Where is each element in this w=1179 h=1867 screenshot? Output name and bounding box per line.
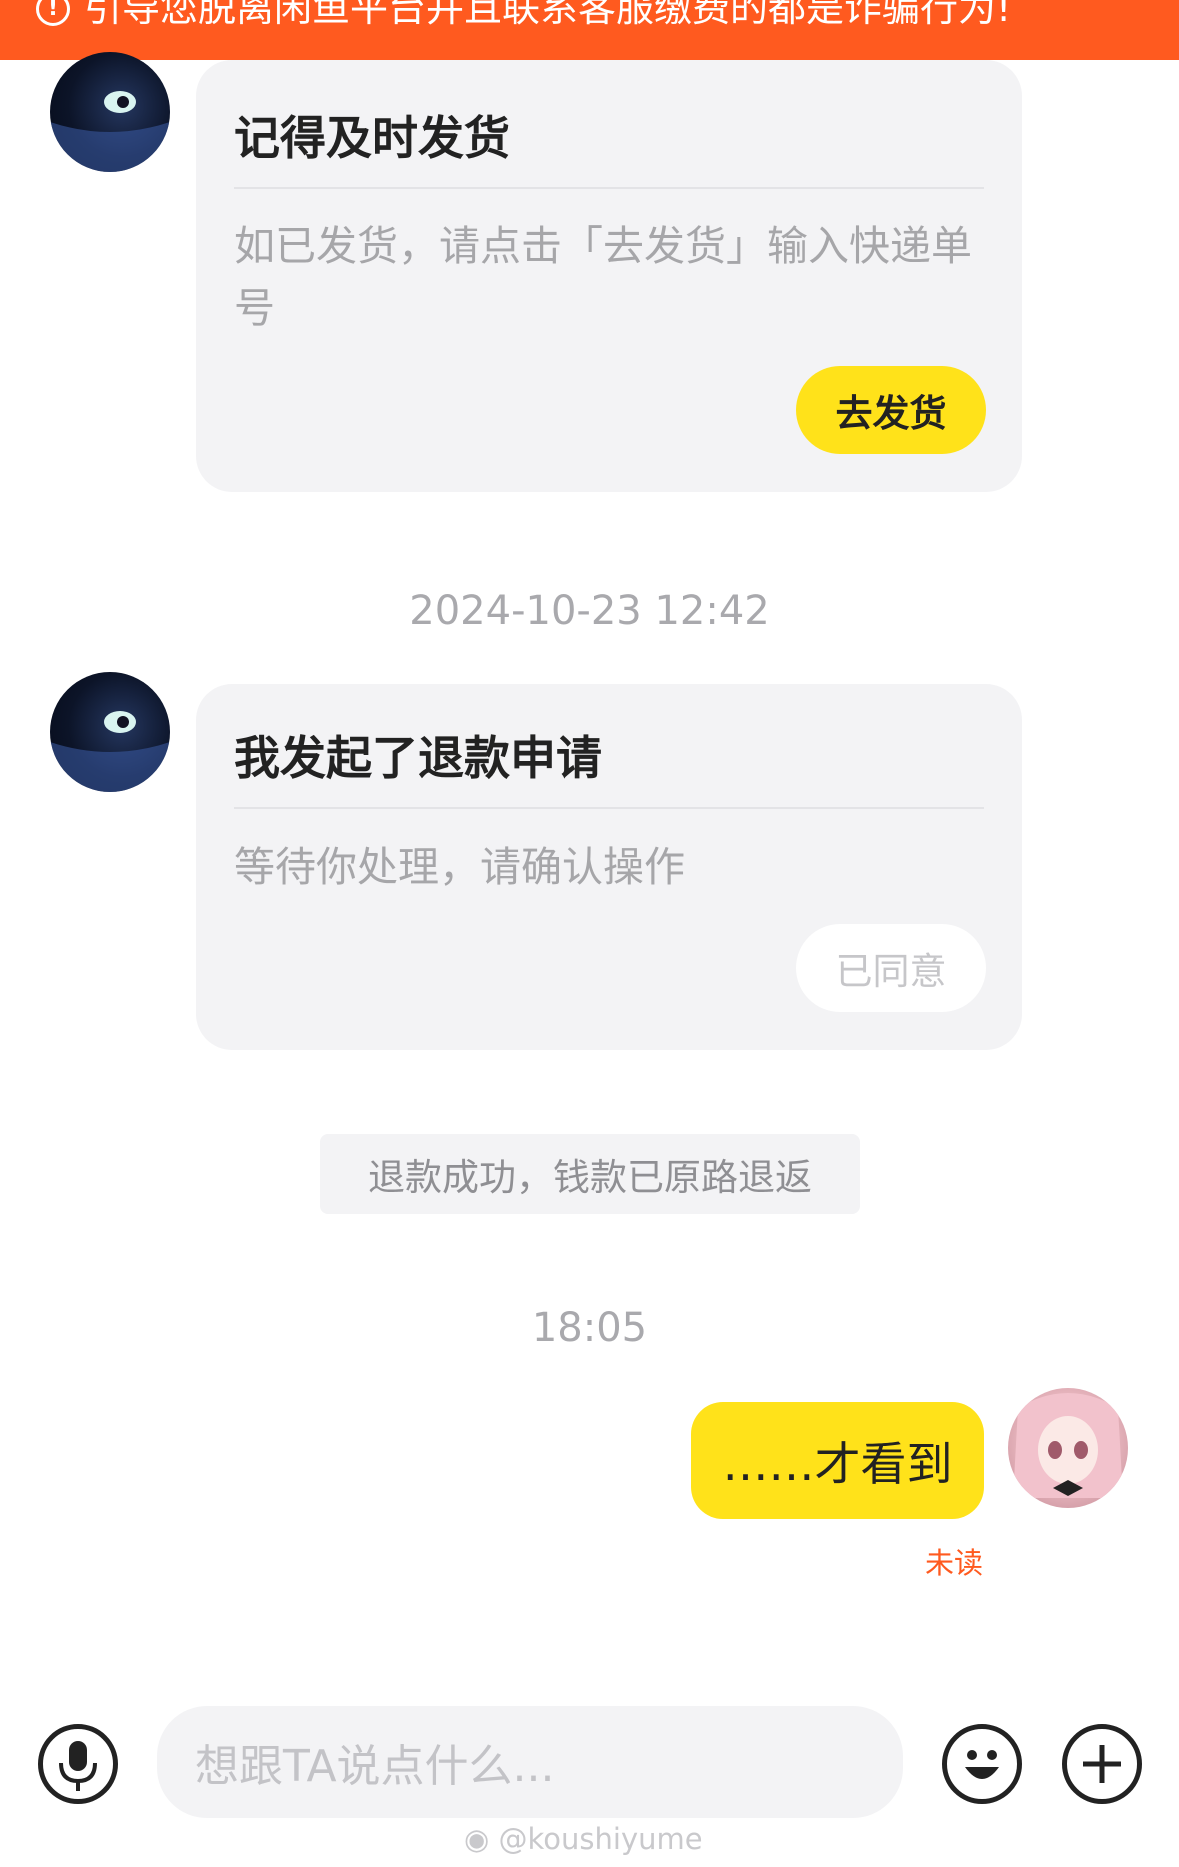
my-message-bubble[interactable]: ……才看到 [691, 1402, 984, 1519]
message-input[interactable]: 想跟TA说点什么... [157, 1706, 903, 1818]
card-divider [234, 807, 984, 809]
voice-button[interactable] [38, 1724, 118, 1804]
agreed-button[interactable]: 已同意 [796, 924, 986, 1012]
seller-avatar[interactable] [50, 52, 170, 172]
card-body: 如已发货，请点击「去发货」输入快递单号 [234, 222, 972, 332]
refund-success-notice: 退款成功，钱款已原路退返 [320, 1134, 860, 1214]
emoji-button[interactable] [942, 1724, 1022, 1804]
unread-status: 未读 [925, 1546, 984, 1580]
go-ship-button[interactable]: 去发货 [796, 366, 986, 454]
watermark: ◉ @koushiyume [464, 1822, 703, 1856]
card-body: 等待你处理，请确认操作 [234, 843, 685, 891]
plus-circle-icon [1083, 1745, 1121, 1783]
fraud-warning-banner: ! 引导您脱离闲鱼平台并且联系客服缴费的都是诈骗行为! [0, 0, 1179, 60]
ship-reminder-card: 记得及时发货 如已发货，请点击「去发货」输入快递单号 去发货 [196, 60, 1022, 492]
refund-request-card: 我发起了退款申请 等待你处理，请确认操作 已同意 [196, 684, 1022, 1050]
microphone-icon [59, 1741, 97, 1791]
timestamp: 18:05 [531, 1305, 648, 1351]
warning-text: 引导您脱离闲鱼平台并且联系客服缴费的都是诈骗行为! [84, 0, 1012, 30]
seller-avatar[interactable] [50, 672, 170, 792]
my-avatar[interactable] [1008, 1388, 1128, 1508]
card-divider [234, 187, 984, 189]
card-title: 我发起了退款申请 [234, 731, 602, 785]
card-title: 记得及时发货 [234, 111, 510, 165]
timestamp: 2024-10-23 12:42 [409, 588, 770, 634]
exclamation-circle-icon: ! [36, 0, 70, 26]
smiley-face-icon [965, 1750, 999, 1779]
plus-button[interactable] [1062, 1724, 1142, 1804]
weibo-icon: ◉ [464, 1822, 499, 1856]
